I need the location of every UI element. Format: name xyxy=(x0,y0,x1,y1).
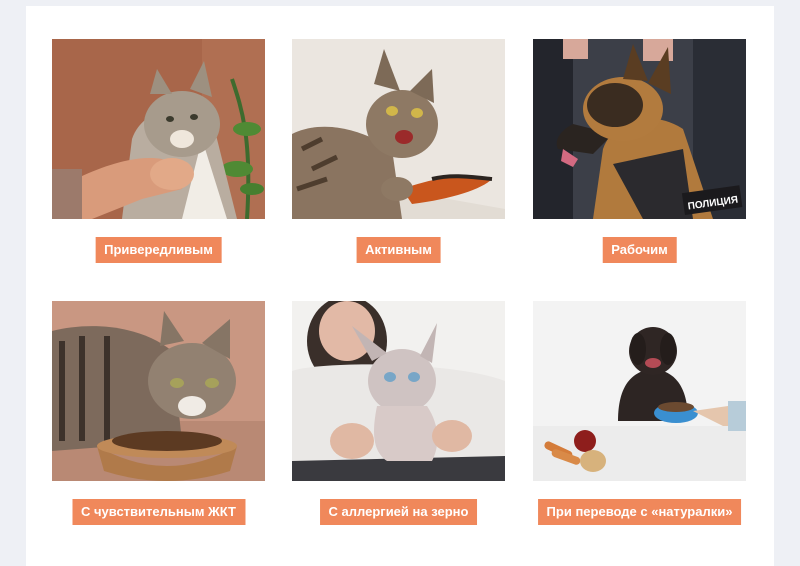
category-button-picky[interactable]: Привередливым xyxy=(95,237,222,263)
picky-cat-photo[interactable] xyxy=(52,39,265,219)
category-button-sensitive-digestion[interactable]: С чувствительным ЖКТ xyxy=(71,499,246,525)
cat-eating-from-bowl-photo[interactable] xyxy=(52,301,265,481)
dog-with-bowl-photo[interactable] xyxy=(533,301,746,481)
sphynx-cat-photo[interactable] xyxy=(292,301,505,481)
category-button-natural-diet-switch[interactable]: При переводе с «натуралки» xyxy=(537,499,742,525)
category-button-grain-allergy[interactable]: С аллергией на зерно xyxy=(319,499,478,525)
working-dog-photo[interactable]: ПОЛИЦИЯ xyxy=(533,39,746,219)
active-cat-photo[interactable] xyxy=(292,39,505,219)
category-button-working[interactable]: Рабочим xyxy=(602,237,677,263)
category-grid: Привередливым Активным ПОЛИЦИЯ Рабочим С… xyxy=(26,6,774,566)
category-button-active[interactable]: Активным xyxy=(356,237,441,263)
